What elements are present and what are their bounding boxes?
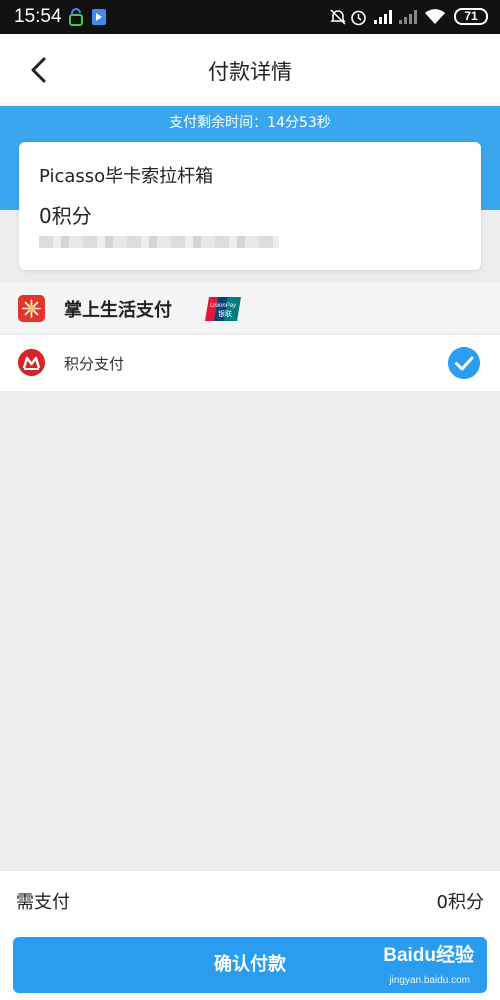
page-title: 付款详情 xyxy=(208,60,292,84)
unionpay-icon: UnionPay 银联 xyxy=(205,297,241,321)
payment-method-label: 掌上生活支付 xyxy=(64,300,172,321)
header: 付款详情 xyxy=(0,34,500,106)
payment-method-header: 掌上生活支付 UnionPay 银联 xyxy=(0,283,500,333)
blurred-order-info xyxy=(39,236,279,248)
status-bar: 15:54 71 xyxy=(0,0,500,34)
order-card: Picasso毕卡索拉杆箱 0积分 xyxy=(19,142,481,270)
svg-text:银联: 银联 xyxy=(218,309,232,318)
wifi-icon xyxy=(425,9,445,24)
baidu-watermark: Baidu经验 xyxy=(383,945,474,966)
amount-due-value: 0积分 xyxy=(436,892,484,913)
checkmark-selected-icon[interactable] xyxy=(448,347,480,379)
mute-icon xyxy=(330,9,346,25)
baidu-watermark-url: jingyan.baidu.com xyxy=(389,975,470,986)
app-notification-icon xyxy=(92,9,106,25)
status-time: 15:54 xyxy=(14,6,62,27)
payment-option-points[interactable]: 积分支付 xyxy=(0,335,500,391)
amount-due-label: 需支付 xyxy=(16,892,70,913)
cmb-bank-logo-icon xyxy=(18,349,45,376)
payment-countdown: 支付剩余时间：14分53秒 xyxy=(169,115,331,131)
lock-app-icon xyxy=(69,8,83,26)
battery-icon: 71 xyxy=(454,8,488,25)
product-name: Picasso毕卡索拉杆箱 xyxy=(39,166,214,187)
order-points: 0积分 xyxy=(39,204,92,228)
zhangshang-shenghuo-logo-icon xyxy=(18,295,45,322)
payment-option-label: 积分支付 xyxy=(64,355,125,373)
signal-icon xyxy=(374,10,392,24)
alarm-icon xyxy=(351,10,366,26)
svg-text:UnionPay: UnionPay xyxy=(210,303,237,309)
signal-icon-secondary xyxy=(399,10,417,24)
